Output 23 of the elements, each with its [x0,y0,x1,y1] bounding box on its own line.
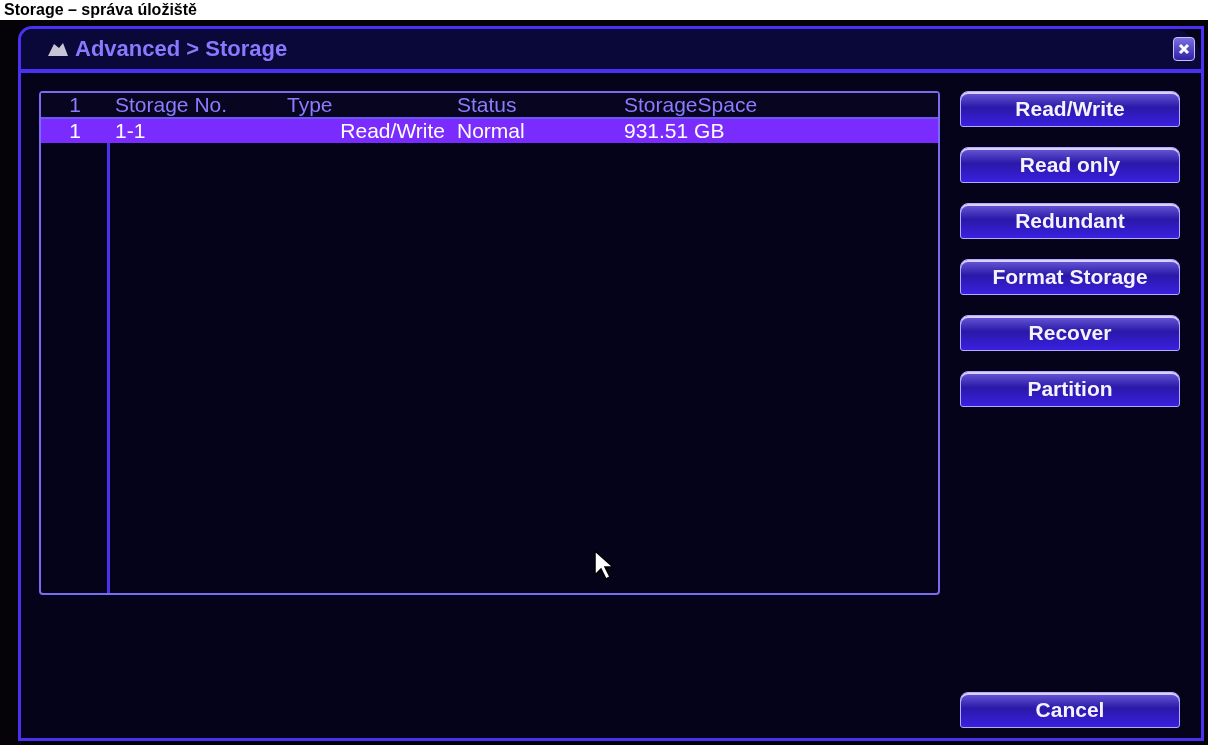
mouse-cursor-icon [593,549,615,581]
column-header: StorageSpace [623,93,759,117]
table-cell-text: Read/Write [339,119,446,143]
column-header: Status [456,93,518,117]
column-header: 1 [68,93,82,117]
action-button[interactable]: Redundant [960,203,1180,239]
table-row[interactable]: 1 1-1 Read/Write Normal 931.51 GB [41,119,938,143]
action-button[interactable]: Recover [960,315,1180,351]
table-cell-text: Normal [456,119,526,143]
window-title: Advanced > Storage [75,36,288,62]
table-cell-text: 931.51 GB [623,119,726,143]
column-header: Type [286,93,334,117]
action-button[interactable]: Partition [960,371,1180,407]
action-button[interactable]: Read only [960,147,1180,183]
action-button[interactable]: Format Storage [960,259,1180,295]
cancel-button[interactable]: Cancel [960,692,1180,728]
document-caption: Storage – správa úložiště [3,0,198,20]
close-button[interactable] [1173,37,1195,61]
close-icon [1178,43,1190,55]
table-cell-text: 1 [68,119,82,143]
column-header: Storage No. [114,93,229,117]
table-cell-text: 1-1 [114,119,147,143]
action-button[interactable]: Read/Write [960,91,1180,127]
